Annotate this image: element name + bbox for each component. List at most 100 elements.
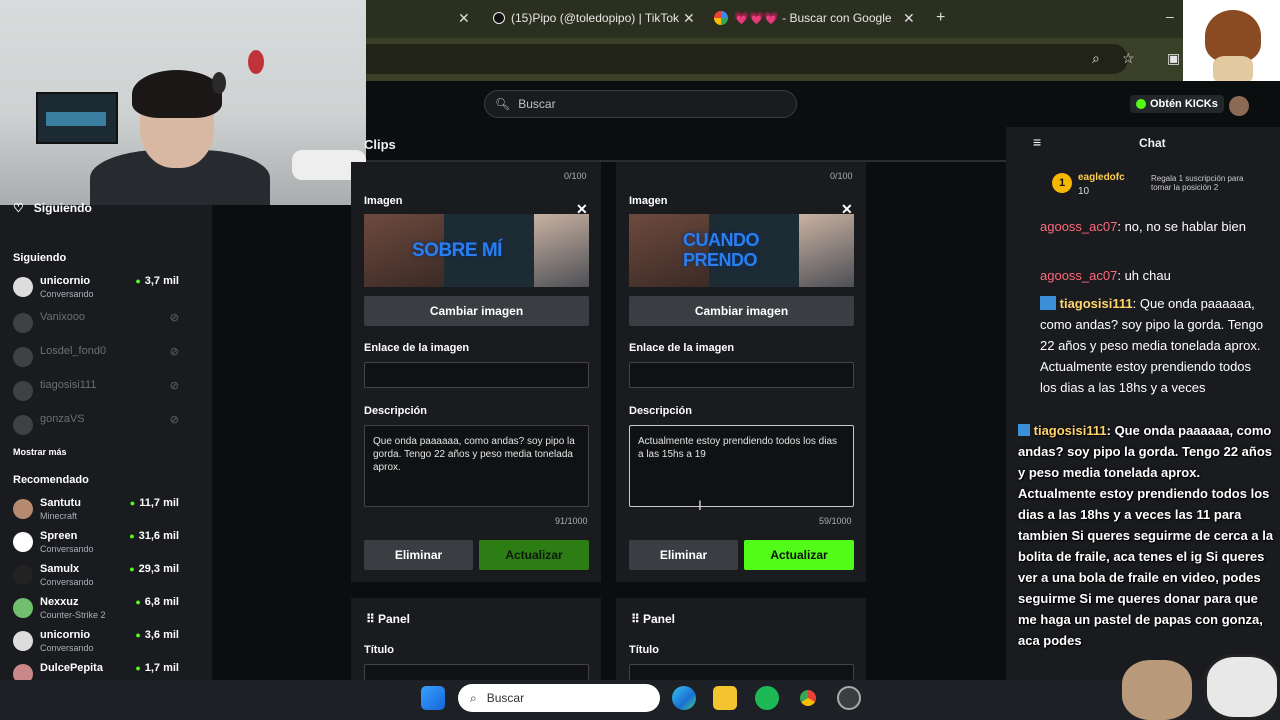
image-link-label: Enlace de la imagen bbox=[364, 342, 470, 354]
description-textarea[interactable]: Que onda paaaaaa, como andas? soy pipo l… bbox=[364, 425, 589, 507]
update-button[interactable]: Actualizar bbox=[479, 540, 589, 570]
sidebar-item-tiagosisi[interactable]: tiagosisi111 ⊘ bbox=[13, 379, 183, 405]
viewer-count: 3,7 mil bbox=[135, 275, 179, 287]
viewer-count: 6,8 mil bbox=[135, 596, 179, 608]
search-input[interactable]: 🔍︎ Buscar bbox=[484, 90, 797, 118]
spotify-icon[interactable] bbox=[755, 686, 779, 710]
close-tab-icon[interactable]: ✕ bbox=[458, 10, 470, 27]
sidebar-item-gonzavs[interactable]: gonzaVS ⊘ bbox=[13, 413, 183, 439]
pinned-gift-leaderboard[interactable]: 1 eagledofc 10 Regala 1 suscripción para… bbox=[1052, 170, 1262, 204]
following-title-label: Siguiendo bbox=[33, 201, 92, 215]
description-counter: 59/1000 bbox=[819, 516, 852, 526]
title-input[interactable] bbox=[364, 664, 589, 680]
search-placeholder: Buscar bbox=[518, 97, 556, 111]
sidebar-item-santutu[interactable]: Santutu Minecraft 11,7 mil bbox=[13, 497, 183, 523]
following-title[interactable]: ♡ Siguiendo bbox=[13, 201, 92, 215]
offline-icon: ⊘ bbox=[169, 380, 179, 392]
chat-message: agooss_ac07: no, no se hablar bien bbox=[1040, 216, 1266, 237]
chat-username[interactable]: tiagosisi111 bbox=[1060, 296, 1133, 311]
update-button[interactable]: Actualizar bbox=[744, 540, 854, 570]
overlay-text: : Que onda paaaaaa, como andas? soy pipo… bbox=[1018, 423, 1274, 648]
new-tab-button[interactable]: + bbox=[936, 9, 945, 27]
channel-name: gonzaVS bbox=[40, 413, 85, 425]
avatar bbox=[13, 277, 33, 297]
sidebar-item-samulx[interactable]: Samulx Conversando 29,3 mil bbox=[13, 563, 183, 589]
delete-button[interactable]: Eliminar bbox=[629, 540, 738, 570]
taskbar-search[interactable]: ⌕ Buscar bbox=[458, 684, 660, 712]
avatar bbox=[13, 313, 33, 333]
reaction-stickers bbox=[1122, 654, 1280, 720]
channel-category: Counter-Strike 2 bbox=[40, 610, 106, 620]
viewer-count: 31,6 mil bbox=[129, 530, 179, 542]
channel-name: tiagosisi111 bbox=[40, 379, 97, 391]
channel-name: unicornio bbox=[40, 629, 91, 641]
chat-message: agooss_ac07: uh chau bbox=[1040, 265, 1266, 286]
image-link-input[interactable] bbox=[629, 362, 854, 388]
panel-image: CUANDO PRENDO bbox=[629, 214, 854, 287]
image-link-input[interactable] bbox=[364, 362, 589, 388]
address-bar[interactable] bbox=[366, 44, 1128, 74]
tiktok-icon bbox=[493, 12, 505, 24]
search-icon: ⌕ bbox=[470, 690, 477, 705]
panel-title: Panel bbox=[643, 612, 676, 626]
offline-icon: ⊘ bbox=[169, 414, 179, 426]
chrome-icon[interactable] bbox=[796, 686, 820, 710]
gift-prompt: Regala 1 suscripción para tomar la posic… bbox=[1151, 174, 1244, 192]
tab-label: (15)Pipo (@toledopipo) | TikTok bbox=[511, 11, 680, 25]
close-tab-icon[interactable]: ✕ bbox=[683, 10, 695, 27]
kicks-icon bbox=[1136, 99, 1146, 109]
sidebar-item-nexxuz[interactable]: Nexxuz Counter-Strike 2 6,8 mil bbox=[13, 596, 183, 622]
zoom-icon[interactable]: ⌕ bbox=[1092, 50, 1100, 67]
overlay-username: tiagosisi111 bbox=[1033, 423, 1107, 438]
chat-username[interactable]: agooss_ac07 bbox=[1040, 219, 1117, 234]
title-label: Título bbox=[364, 644, 394, 656]
sidebar-item-spreen[interactable]: Spreen Conversando 31,6 mil bbox=[13, 530, 183, 556]
file-explorer-icon[interactable] bbox=[713, 686, 737, 710]
browser-tab-google[interactable]: 💗💗💗 - Buscar con Google bbox=[714, 11, 892, 25]
channel-name: Losdel_fond0 bbox=[40, 345, 107, 357]
chat-title: Chat bbox=[1139, 136, 1166, 150]
tab-label: 💗💗💗 - Buscar con Google bbox=[734, 11, 892, 25]
windows-start-icon[interactable] bbox=[421, 686, 445, 710]
image-text: PRENDO bbox=[683, 250, 758, 270]
badge-icon bbox=[1040, 296, 1056, 310]
description-textarea[interactable]: Actualmente estoy prendiendo todos los d… bbox=[629, 425, 854, 507]
drag-handle-icon[interactable]: ⠿ bbox=[366, 612, 375, 626]
pinned-username: eagledofc bbox=[1078, 172, 1125, 183]
drag-handle-icon[interactable]: ⠿ bbox=[631, 612, 640, 626]
extensions-icon[interactable]: ▣ bbox=[1167, 50, 1180, 67]
collapse-chat-icon[interactable]: ≡ bbox=[1033, 134, 1041, 150]
chat-message: tiagosisi111: Que onda paaaaaa, como and… bbox=[1040, 293, 1266, 419]
channel-category: Conversando bbox=[40, 289, 94, 299]
avatar bbox=[13, 565, 33, 585]
channel-name: Santutu bbox=[40, 497, 81, 509]
image-text: SOBRE MÍ bbox=[412, 240, 502, 261]
sidebar-item-unicornio-rec[interactable]: unicornio Conversando 3,6 mil bbox=[13, 629, 183, 655]
sidebar-item-unicornio[interactable]: unicornio Conversando 3,7 mil bbox=[13, 275, 183, 301]
channel-category: Conversando bbox=[40, 643, 94, 653]
channel-name: Nexxuz bbox=[40, 596, 79, 608]
sidebar-item-losdel[interactable]: Losdel_fond0 ⊘ bbox=[13, 345, 183, 371]
browser-tab-tiktok[interactable]: (15)Pipo (@toledopipo) | TikTok bbox=[493, 11, 679, 25]
get-kicks-button[interactable]: Obtén KICKs bbox=[1130, 95, 1224, 113]
minimize-button[interactable]: – bbox=[1166, 8, 1174, 24]
webcam-overlay bbox=[0, 0, 366, 205]
chat-text: : no, no se hablar bien bbox=[1117, 219, 1246, 234]
title-input[interactable] bbox=[629, 664, 854, 680]
change-image-button[interactable]: Cambiar imagen bbox=[364, 296, 589, 326]
change-image-button[interactable]: Cambiar imagen bbox=[629, 296, 854, 326]
sidebar-item-vanixooo[interactable]: Vanixooo ⊘ bbox=[13, 311, 183, 337]
taskbar-search-placeholder: Buscar bbox=[486, 691, 525, 705]
user-avatar[interactable] bbox=[1229, 96, 1249, 116]
close-tab-icon[interactable]: ✕ bbox=[903, 10, 915, 27]
show-more-link[interactable]: Mostrar más bbox=[13, 447, 67, 457]
avatar bbox=[13, 381, 33, 401]
section-title: Clips bbox=[364, 137, 396, 152]
bookmark-star-icon[interactable]: ☆ bbox=[1122, 50, 1135, 67]
chat-username[interactable]: agooss_ac07 bbox=[1040, 268, 1117, 283]
channel-name: Vanixooo bbox=[40, 311, 86, 323]
delete-button[interactable]: Eliminar bbox=[364, 540, 473, 570]
app-icon[interactable] bbox=[837, 686, 861, 710]
edge-icon[interactable] bbox=[672, 686, 696, 710]
offline-icon: ⊘ bbox=[169, 346, 179, 358]
